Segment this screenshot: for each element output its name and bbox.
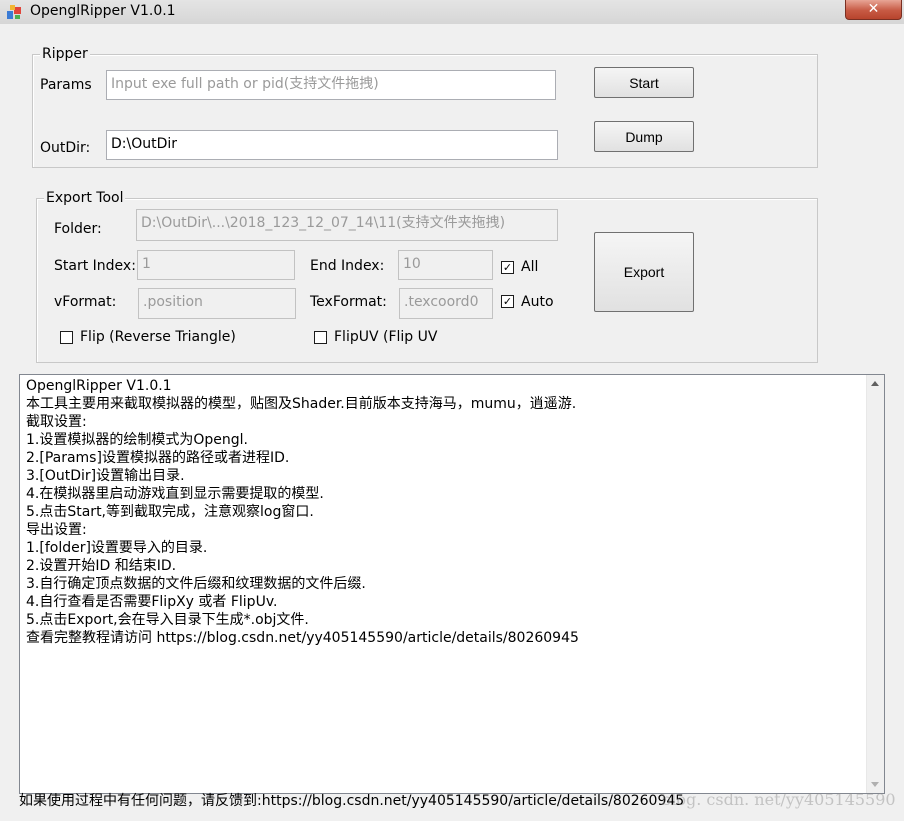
log-line: 2.设置开始ID 和结束ID. [26,558,177,574]
all-checkbox[interactable]: ✓ [501,261,514,274]
flipuv-label: FlipUV (Flip UV [334,329,438,345]
params-label: Params [40,77,92,93]
texformat-input[interactable]: .texcoord0 [399,288,493,319]
window-title: OpenglRipper V1.0.1 [30,3,176,19]
log-line: 4.在模拟器里启动游戏直到显示需要提取的模型. [26,486,324,502]
dump-button[interactable]: Dump [594,121,694,152]
flip-checkbox[interactable] [60,331,73,344]
end-index-input[interactable]: 10 [398,250,493,280]
end-index-label: End Index: [310,258,385,274]
start-index-label: Start Index: [54,258,136,274]
log-textarea[interactable]: OpenglRipper V1.0.1 本工具主要用来截取模拟器的模型，贴图及Sh… [19,374,885,794]
title-bar[interactable]: OpenglRipper V1.0.1 ✕ [0,0,904,24]
texformat-label: TexFormat: [310,294,387,310]
outdir-input[interactable]: D:\OutDir [106,130,558,160]
export-legend: Export Tool [44,190,126,206]
log-line: 1.[folder]设置要导入的目录. [26,540,208,556]
log-line: 3.[OutDir]设置输出目录. [26,468,185,484]
log-line: 截取设置: [26,414,87,430]
app-icon [7,5,21,19]
log-line: 5.点击Start,等到截取完成，注意观察log窗口. [26,504,314,520]
log-line: 5.点击Export,会在导入目录下生成*.obj文件. [26,612,309,628]
scroll-down-icon[interactable] [871,782,879,787]
all-label: All [521,259,539,275]
start-index-input[interactable]: 1 [137,250,295,280]
vformat-label: vFormat: [54,294,117,310]
vformat-input[interactable]: .position [138,288,296,319]
params-input[interactable]: Input exe full path or pid(支持文件拖拽) [106,70,556,100]
folder-input[interactable]: D:\OutDir\...\2018_123_12_07_14\11(支持文件夹… [136,209,558,241]
close-button[interactable]: ✕ [845,0,902,20]
close-icon: ✕ [867,1,880,17]
app-window: OpenglRipper V1.0.1 ✕ Ripper Params Inpu… [0,0,904,821]
feedback-text: 如果使用过程中有任何问题，请反馈到:https://blog.csdn.net/… [19,793,685,809]
client-area: Ripper Params Input exe full path or pid… [1,24,903,821]
outdir-label: OutDir: [40,140,91,156]
log-line: 4.自行查看是否需要FlipXy 或者 FlipUv. [26,594,278,610]
auto-label: Auto [521,294,554,310]
log-line: 本工具主要用来截取模拟器的模型，贴图及Shader.目前版本支持海马，mumu，… [26,396,577,412]
log-line: OpenglRipper V1.0.1 [26,378,172,394]
log-content: OpenglRipper V1.0.1 本工具主要用来截取模拟器的模型，贴图及Sh… [26,377,861,647]
flip-label: Flip (Reverse Triangle) [80,329,236,345]
log-line: 2.[Params]设置模拟器的路径或者进程ID. [26,450,290,466]
flipuv-checkbox[interactable] [314,331,327,344]
log-scrollbar[interactable] [866,375,884,793]
log-line: 导出设置: [26,522,87,538]
export-button[interactable]: Export [594,232,694,312]
watermark: blog. csdn. net/yy405145590 [661,790,896,809]
log-line: 3.自行确定顶点数据的文件后缀和纹理数据的文件后缀. [26,576,366,592]
log-line: 查看完整教程请访问 https://blog.csdn.net/yy405145… [26,630,579,646]
check-icon: ✓ [502,261,513,274]
scroll-up-icon[interactable] [871,381,879,386]
auto-checkbox[interactable]: ✓ [501,295,514,308]
ripper-legend: Ripper [40,46,90,62]
check-icon: ✓ [502,295,513,308]
start-button[interactable]: Start [594,67,694,98]
folder-label: Folder: [54,221,102,237]
log-line: 1.设置模拟器的绘制模式为Opengl. [26,432,248,448]
